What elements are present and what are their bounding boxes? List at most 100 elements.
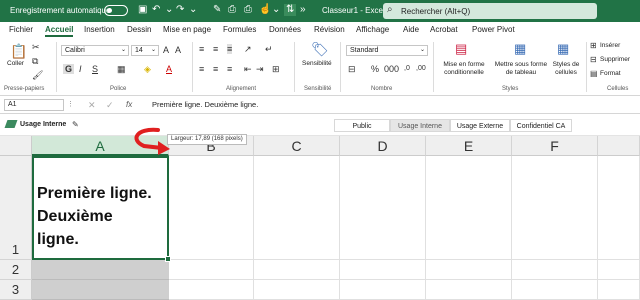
save-icon[interactable]: ▣ xyxy=(138,4,147,16)
orientation-icon[interactable]: ↗ xyxy=(244,44,252,54)
insert-button[interactable]: Insérer xyxy=(600,42,620,50)
sensitivity-option-public[interactable]: Public xyxy=(334,119,390,132)
font-name-select[interactable]: Calibri ⌄ xyxy=(61,45,129,56)
align-center-icon[interactable]: ≡ xyxy=(213,64,218,74)
cell-b1[interactable] xyxy=(169,156,254,260)
column-header-f[interactable]: F xyxy=(512,136,598,156)
tab-insertion[interactable]: Insertion xyxy=(84,25,115,34)
insert-icon[interactable]: ⊞ xyxy=(590,41,597,51)
touch-mode-icon[interactable]: ☝ xyxy=(259,4,271,16)
cut-icon[interactable]: ✂ xyxy=(32,42,40,52)
row-header-1[interactable]: 1 xyxy=(0,156,32,260)
tab-aide[interactable]: Aide xyxy=(403,25,419,34)
sensitivity-current[interactable]: Usage Interne xyxy=(20,121,66,128)
cancel-icon[interactable]: ✕ xyxy=(88,100,96,110)
sort-icon[interactable]: ⇅ xyxy=(284,4,297,16)
format-table-button[interactable]: Mettre sous forme de tableau xyxy=(492,61,550,77)
cell-c1[interactable] xyxy=(254,156,340,260)
conditional-format-button[interactable]: Mise en forme conditionnelle xyxy=(438,61,490,77)
format-icon[interactable]: ▤ xyxy=(590,69,598,79)
font-color-icon[interactable]: A xyxy=(166,64,172,74)
formula-input[interactable]: Première ligne. Deuxième ligne. xyxy=(152,100,258,109)
align-top-icon[interactable]: ≡ xyxy=(199,44,204,54)
copy-icon[interactable]: ⧉ xyxy=(32,56,38,66)
italic-icon[interactable]: I xyxy=(79,64,82,74)
search-box[interactable]: ⌕ Rechercher (Alt+Q) xyxy=(383,3,597,19)
thousands-icon[interactable]: 000 xyxy=(384,64,399,74)
sensitivity-option-confidential[interactable]: Confidentiel CA xyxy=(510,119,572,132)
more-options-icon[interactable]: ⋮ xyxy=(67,100,74,110)
sensitivity-option-internal[interactable]: Usage Interne xyxy=(390,119,450,132)
autosave-toggle[interactable] xyxy=(104,5,128,16)
align-middle-icon[interactable]: ≡ xyxy=(213,44,218,54)
sensitivity-icon[interactable]: 🏷 xyxy=(311,42,329,56)
name-box[interactable]: A1 xyxy=(4,99,64,111)
cell-d1[interactable] xyxy=(340,156,426,260)
undo-icon[interactable]: ↶ xyxy=(152,4,160,16)
cell-d2[interactable] xyxy=(340,260,426,280)
tab-mise-en-page[interactable]: Mise en page xyxy=(163,25,211,34)
delete-button[interactable]: Supprimer xyxy=(600,56,630,64)
redo-icon[interactable]: ↷ xyxy=(176,4,184,16)
cell-d3[interactable] xyxy=(340,280,426,300)
wrap-text-icon[interactable]: ↵ xyxy=(265,44,273,54)
brush-icon[interactable]: ✎ xyxy=(213,4,221,16)
delete-icon[interactable]: ⊟ xyxy=(590,55,597,65)
tab-fichier[interactable]: Fichier xyxy=(9,25,33,34)
sensitivity-option-external[interactable]: Usage Externe xyxy=(450,119,510,132)
cell-a3[interactable] xyxy=(32,280,169,300)
cell-g3[interactable] xyxy=(598,280,640,300)
cell-g2[interactable] xyxy=(598,260,640,280)
print-icon[interactable]: ⎙ xyxy=(244,4,252,16)
cell-b3[interactable] xyxy=(169,280,254,300)
fill-handle[interactable] xyxy=(165,256,171,262)
cell-e2[interactable] xyxy=(426,260,512,280)
tab-power-pivot[interactable]: Power Pivot xyxy=(472,25,515,34)
column-header-g[interactable] xyxy=(598,136,640,156)
increase-decimal-icon[interactable]: ,0 xyxy=(404,64,410,74)
cell-a2[interactable] xyxy=(32,260,169,280)
insert-function-icon[interactable]: fx xyxy=(126,100,132,110)
decrease-font-icon[interactable]: A xyxy=(175,45,181,55)
format-painter-icon[interactable]: 🖌 xyxy=(32,70,43,80)
pencil-icon[interactable]: ✎ xyxy=(72,120,79,130)
underline-icon[interactable]: S xyxy=(92,64,98,74)
cell-f3[interactable] xyxy=(512,280,598,300)
cell-f2[interactable] xyxy=(512,260,598,280)
row-header-3[interactable]: 3 xyxy=(0,280,32,300)
decrease-indent-icon[interactable]: ⇤ xyxy=(244,64,252,74)
undo-dropdown-icon[interactable]: ⌄ xyxy=(165,4,173,16)
tab-acrobat[interactable]: Acrobat xyxy=(430,25,458,34)
enter-icon[interactable]: ✓ xyxy=(106,100,114,110)
paste-button-label[interactable]: Coller xyxy=(7,60,24,68)
tab-accueil[interactable]: Accueil xyxy=(45,25,74,37)
customize-icon[interactable]: ⌄ xyxy=(272,4,280,16)
cell-e1[interactable] xyxy=(426,156,512,260)
bold-icon[interactable]: G xyxy=(63,64,75,74)
increase-font-icon[interactable]: A xyxy=(163,45,169,55)
tab-donnees[interactable]: Données xyxy=(269,25,301,34)
cell-f1[interactable] xyxy=(512,156,598,260)
cell-e3[interactable] xyxy=(426,280,512,300)
fill-color-icon[interactable]: ◈ xyxy=(144,64,151,74)
redo-dropdown-icon[interactable]: ⌄ xyxy=(189,4,197,16)
cell-styles-icon[interactable]: ▦ xyxy=(557,42,569,55)
row-header-2[interactable]: 2 xyxy=(0,260,32,280)
format-button[interactable]: Format xyxy=(600,70,621,78)
select-all-corner[interactable] xyxy=(0,136,32,156)
cell-g1[interactable] xyxy=(598,156,640,260)
cell-c2[interactable] xyxy=(254,260,340,280)
format-table-icon[interactable]: ▦ xyxy=(514,42,526,55)
accounting-icon[interactable]: ⊟ xyxy=(348,64,356,74)
number-format-select[interactable]: Standard ⌄ xyxy=(346,45,428,56)
tab-affichage[interactable]: Affichage xyxy=(356,25,389,34)
column-header-e[interactable]: E xyxy=(426,136,512,156)
increase-indent-icon[interactable]: ⇥ xyxy=(256,64,264,74)
more-icon[interactable]: » xyxy=(300,4,306,16)
column-header-d[interactable]: D xyxy=(340,136,426,156)
print-preview-icon[interactable]: ⎙ xyxy=(228,4,236,16)
cell-b2[interactable] xyxy=(169,260,254,280)
conditional-format-icon[interactable]: ▤ xyxy=(455,42,467,55)
tab-revision[interactable]: Révision xyxy=(314,25,345,34)
column-header-c[interactable]: C xyxy=(254,136,340,156)
